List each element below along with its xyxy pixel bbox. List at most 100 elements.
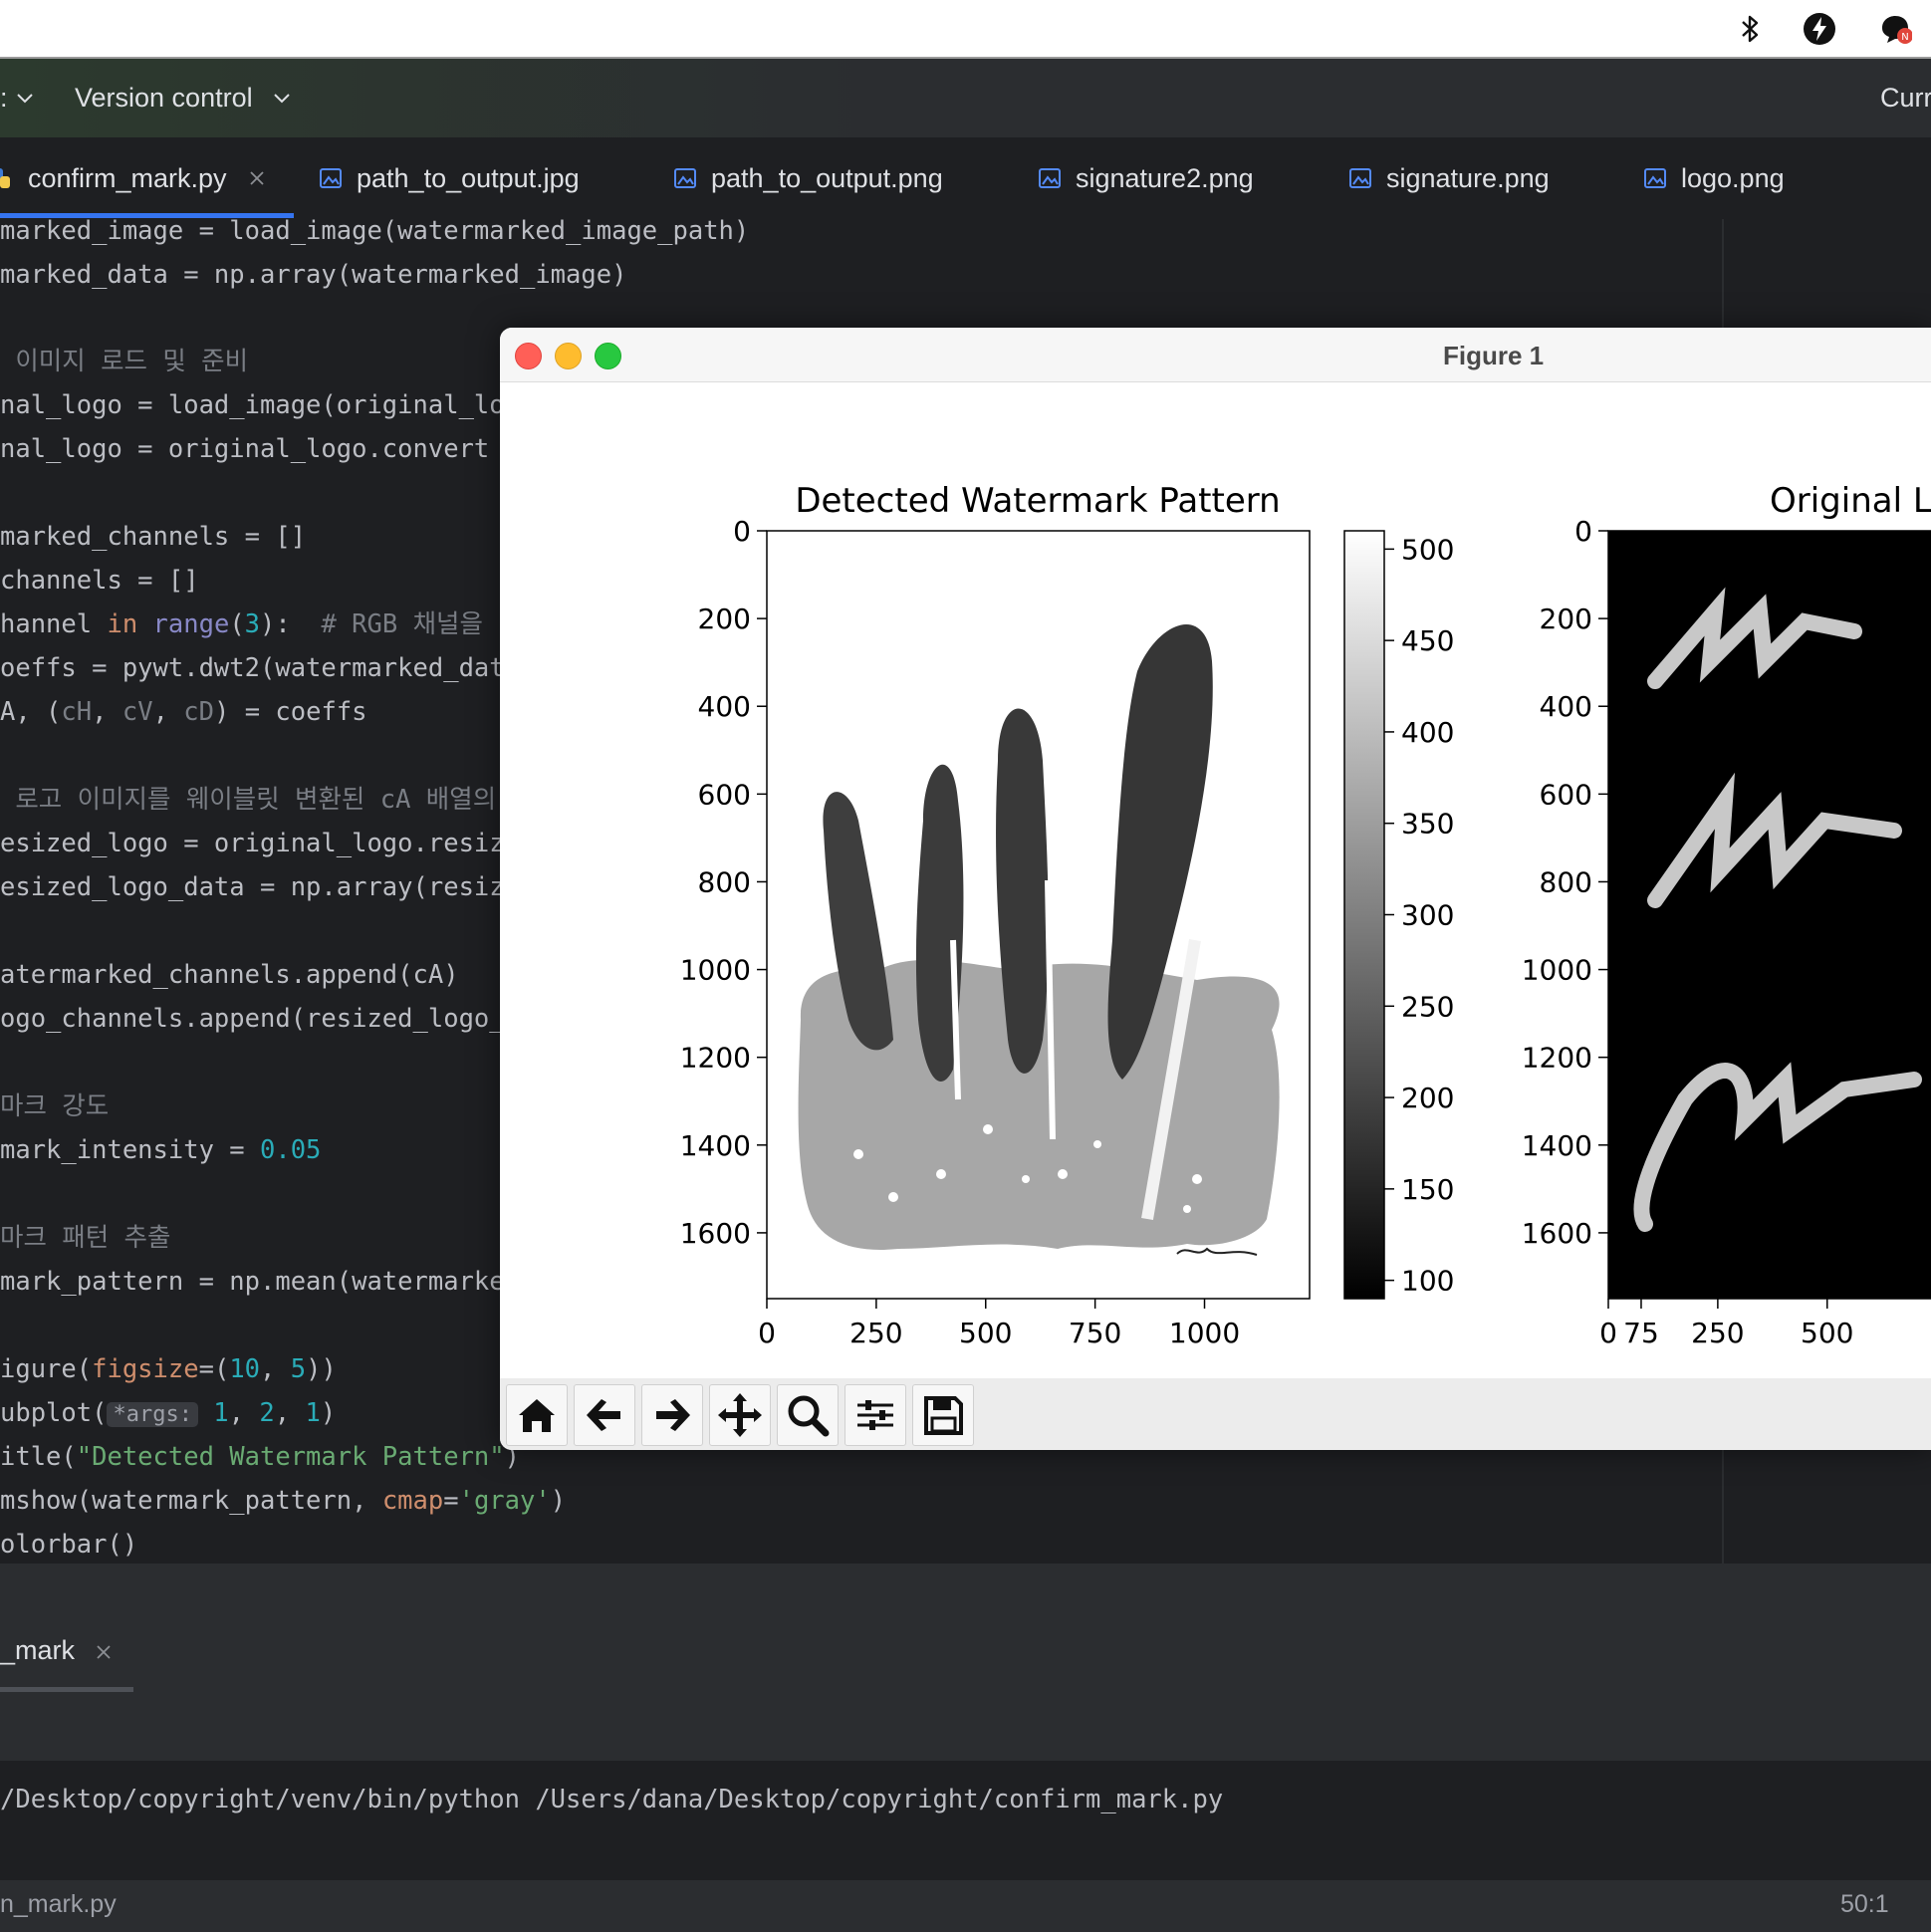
code-line: mark_intensity = 0.05	[0, 1130, 321, 1170]
run-configuration-selector[interactable]: Curr	[1880, 83, 1931, 114]
code-token: (	[229, 609, 245, 639]
builtin-token: range	[152, 609, 230, 639]
x-tick-label: 500	[1801, 1317, 1853, 1349]
code-line: hannel in range(3): # RGB 채널을	[0, 604, 483, 644]
project-selector[interactable]: :	[0, 83, 8, 114]
close-icon[interactable]	[249, 170, 265, 186]
x-tick-label: 250	[1691, 1317, 1744, 1349]
tab-signature2-png[interactable]: signature2.png	[1038, 137, 1254, 219]
figure-window-title: Figure 1	[1443, 341, 1545, 370]
configure-subplots-button[interactable]	[845, 1384, 906, 1446]
colorbar-tick-label: 200	[1401, 1082, 1454, 1114]
cursor-position[interactable]: 50:1	[1840, 1890, 1889, 1919]
colorbar-tick-label: 250	[1401, 990, 1454, 1023]
status-bar: n_mark.py 50:1	[0, 1880, 1931, 1932]
unused-var-token: cH	[61, 697, 93, 727]
image-file-icon	[1349, 168, 1371, 188]
matplotlib-figure-window[interactable]: Figure 1 Detected Watermark Pattern 0 20…	[500, 328, 1931, 1450]
figure-title-bar[interactable]: Figure 1	[500, 328, 1931, 382]
tab-path-to-output-png[interactable]: path_to_output.png	[673, 137, 943, 219]
image-file-icon	[1644, 168, 1666, 188]
x-tick-label: 0	[1599, 1317, 1617, 1349]
y-tick-label: 800	[698, 865, 751, 898]
code-line: ubplot(*args: 1, 2, 1)	[0, 1393, 336, 1435]
y-tick-label: 1200	[1522, 1042, 1592, 1075]
run-console[interactable]: /Desktop/copyright/venv/bin/python /User…	[0, 1761, 1931, 1880]
console-command-line: /Desktop/copyright/venv/bin/python /User…	[0, 1785, 1224, 1814]
tab-label: path_to_output.png	[711, 162, 943, 193]
python-file-icon	[0, 168, 10, 188]
code-token: A, (	[0, 697, 62, 727]
number-token: 1	[197, 1398, 229, 1428]
colorbar	[1343, 530, 1385, 1300]
chat-bubble-icon[interactable]: N	[1878, 12, 1912, 46]
subplots-config-icon	[857, 1400, 893, 1430]
figure-canvas[interactable]: Detected Watermark Pattern 0200400600800…	[500, 382, 1931, 1378]
chevron-down-icon[interactable]	[273, 93, 291, 105]
colorbar-tick-label: 500	[1401, 533, 1454, 566]
image-file-icon	[674, 168, 696, 188]
tab-signature-png[interactable]: signature.png	[1348, 137, 1550, 219]
number-token: 2	[259, 1398, 275, 1428]
tab-confirm-mark-py[interactable]: confirm_mark.py	[0, 137, 265, 219]
forward-button[interactable]	[641, 1384, 703, 1446]
run-tab-label[interactable]: _mark	[0, 1635, 75, 1666]
close-icon[interactable]	[96, 1644, 112, 1660]
x-axis: 0 250 500 75	[1599, 1299, 1853, 1349]
x-tick-label: 250	[849, 1317, 902, 1349]
zoom-magnifier-icon	[788, 1395, 830, 1437]
zoom-button[interactable]	[777, 1384, 839, 1446]
string-token: 'gray'	[458, 1486, 551, 1516]
colorbar-tick-label: 100	[1401, 1265, 1454, 1298]
string-token: "Detected Watermark Pattern"	[76, 1442, 505, 1472]
code-line: marked_data = np.array(watermarked_image…	[0, 260, 627, 290]
colorbar-tick-label: 300	[1401, 899, 1454, 932]
subplot-title: Original Lo	[1770, 481, 1931, 521]
tab-label: signature.png	[1386, 162, 1550, 193]
tab-label: logo.png	[1681, 162, 1785, 193]
code-comment: 마크 패턴 추출	[0, 1223, 171, 1253]
colorbar-tick-label: 150	[1401, 1173, 1454, 1206]
code-token: igure(	[0, 1354, 93, 1384]
image-file-icon	[320, 168, 342, 188]
back-arrow-icon	[587, 1399, 620, 1431]
home-button[interactable]	[506, 1384, 568, 1446]
pan-move-icon	[718, 1393, 762, 1437]
code-token: ) = coeffs	[214, 697, 367, 727]
forward-arrow-icon	[656, 1399, 690, 1431]
code-token: ubplot(	[0, 1398, 108, 1428]
back-button[interactable]	[574, 1384, 635, 1446]
run-toolbar	[0, 1693, 1931, 1761]
code-line: channels = []	[0, 566, 199, 596]
x-tick-label: 0	[758, 1317, 776, 1349]
code-line: olorbar()	[0, 1530, 138, 1560]
y-tick-label: 800	[1540, 865, 1592, 898]
subplot-title: Detected Watermark Pattern	[795, 481, 1280, 521]
colorbar-tick-label: 400	[1401, 716, 1454, 749]
status-file-breadcrumb[interactable]: n_mark.py	[0, 1890, 117, 1919]
bluetooth-icon[interactable]	[1733, 12, 1767, 46]
y-tick-label: 1400	[1522, 1129, 1592, 1162]
tab-logo-png[interactable]: logo.png	[1643, 137, 1785, 219]
tab-path-to-output-jpg[interactable]: path_to_output.jpg	[319, 137, 580, 219]
y-tick-label: 1600	[680, 1217, 751, 1250]
code-line: esized_logo = original_logo.resiz	[0, 829, 505, 858]
image-file-icon	[1039, 168, 1061, 188]
y-tick-label: 1000	[680, 954, 751, 987]
code-token: ):	[260, 609, 322, 639]
pan-button[interactable]	[709, 1384, 771, 1446]
code-line: mark_pattern = np.mean(watermarke	[0, 1267, 505, 1297]
code-line: igure(figsize=(10, 5))	[0, 1349, 337, 1389]
code-line: nal_logo = original_logo.convert	[0, 434, 490, 464]
y-tick-label: 600	[1540, 778, 1592, 811]
code-token: ,	[152, 697, 184, 727]
code-token: ))	[306, 1354, 337, 1384]
panel-splitter[interactable]	[0, 1564, 1931, 1611]
y-tick-label: 1200	[680, 1042, 751, 1075]
flash-icon[interactable]	[1803, 12, 1836, 46]
save-figure-button[interactable]	[912, 1384, 974, 1446]
version-control-menu[interactable]: Version control	[75, 83, 253, 114]
code-line: atermarked_channels.append(cA)	[0, 960, 459, 990]
chevron-down-icon[interactable]	[16, 93, 34, 105]
code-line: nal_logo = load_image(original_lo	[0, 390, 505, 420]
